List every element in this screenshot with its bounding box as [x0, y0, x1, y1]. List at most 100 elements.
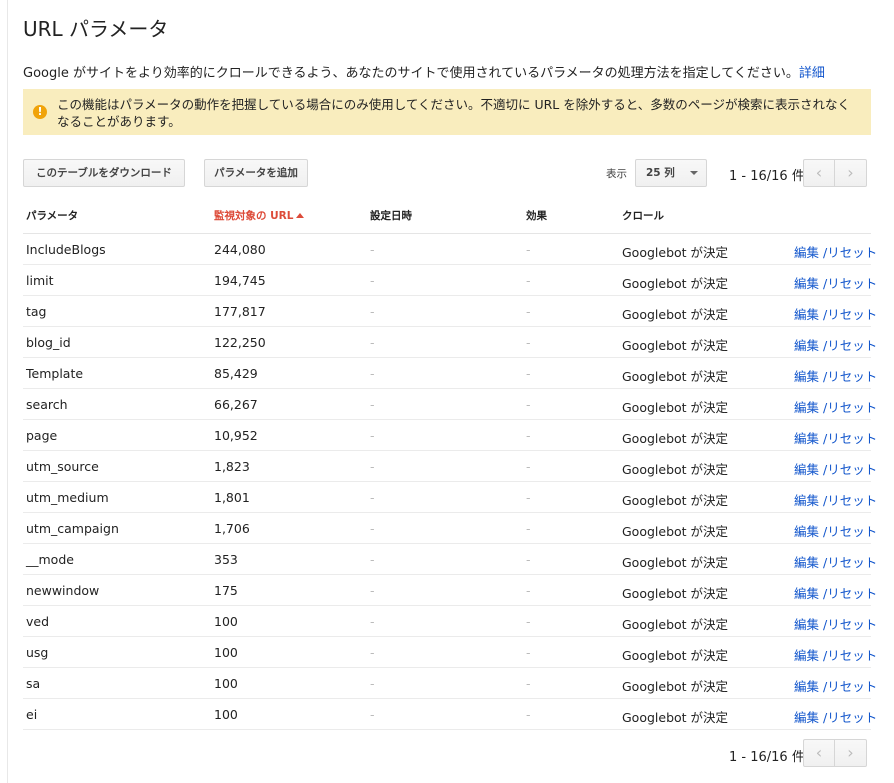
- action-separator: /: [819, 369, 828, 384]
- edit-link[interactable]: 編集: [794, 400, 819, 415]
- reset-link[interactable]: リセット: [827, 493, 877, 508]
- row-actions: 編集 /リセット: [794, 397, 877, 416]
- column-header-crawl[interactable]: クロール: [622, 208, 664, 223]
- table-row: IncludeBlogs 244,080 - - Googlebot が決定 編集 /リセ…: [23, 234, 877, 265]
- footer-next-page-button[interactable]: ›: [835, 739, 867, 767]
- reset-link[interactable]: リセット: [827, 555, 877, 570]
- monitored-urls-cell: 122,250: [214, 335, 266, 350]
- column-header-date[interactable]: 設定日時: [370, 208, 412, 223]
- param-cell: search: [26, 397, 68, 412]
- action-separator: /: [819, 679, 828, 694]
- table-row: utm_campaign 1,706 - - Googlebot が決定 編集 /リセット: [23, 513, 877, 544]
- edit-link[interactable]: 編集: [794, 307, 819, 322]
- reset-link[interactable]: リセット: [827, 276, 877, 291]
- monitored-urls-cell: 66,267: [214, 397, 258, 412]
- date-cell: -: [370, 490, 375, 505]
- edit-link[interactable]: 編集: [794, 586, 819, 601]
- effect-cell: -: [526, 459, 531, 474]
- column-header-parameter[interactable]: パラメータ: [26, 208, 78, 223]
- row-actions: 編集 /リセット: [794, 335, 877, 354]
- effect-cell: -: [526, 614, 531, 629]
- date-cell: -: [370, 552, 375, 567]
- reset-link[interactable]: リセット: [827, 245, 877, 260]
- column-header-monitored-urls[interactable]: 監視対象の URL: [214, 208, 305, 223]
- edit-link[interactable]: 編集: [794, 276, 819, 291]
- monitored-urls-header-label: 監視対象の URL: [214, 210, 294, 222]
- next-page-button[interactable]: ›: [835, 159, 867, 187]
- reset-link[interactable]: リセット: [827, 431, 877, 446]
- action-separator: /: [819, 307, 828, 322]
- pagination-range: 1 - 16/16 件: [729, 169, 805, 184]
- reset-link[interactable]: リセット: [827, 679, 877, 694]
- param-cell: usg: [26, 645, 49, 660]
- table-row: usg 100 - - Googlebot が決定 編集 /リセット: [23, 637, 877, 668]
- action-separator: /: [819, 400, 828, 415]
- add-parameter-button[interactable]: パラメータを追加: [204, 159, 308, 187]
- action-separator: /: [819, 648, 828, 663]
- date-cell: -: [370, 273, 375, 288]
- edit-link[interactable]: 編集: [794, 338, 819, 353]
- reset-link[interactable]: リセット: [827, 617, 877, 632]
- edit-link[interactable]: 編集: [794, 648, 819, 663]
- sort-ascending-icon: [296, 213, 305, 218]
- effect-cell: -: [526, 397, 531, 412]
- table-row: tag 177,817 - - Googlebot が決定 編集 /リセット: [23, 296, 877, 327]
- row-actions: 編集 /リセット: [794, 707, 877, 726]
- edit-link[interactable]: 編集: [794, 369, 819, 384]
- edit-link[interactable]: 編集: [794, 462, 819, 477]
- param-cell: __mode: [26, 552, 74, 567]
- effect-cell: -: [526, 304, 531, 319]
- monitored-urls-cell: 244,080: [214, 242, 266, 257]
- effect-cell: -: [526, 645, 531, 660]
- download-table-button[interactable]: このテーブルをダウンロード: [23, 159, 185, 187]
- table-row: search 66,267 - - Googlebot が決定 編集 /リセット: [23, 389, 877, 420]
- edit-link[interactable]: 編集: [794, 245, 819, 260]
- monitored-urls-cell: 10,952: [214, 428, 258, 443]
- footer-prev-page-button[interactable]: ‹: [803, 739, 835, 767]
- row-actions: 編集 /リセット: [794, 366, 877, 385]
- table-row: utm_medium 1,801 - - Googlebot が決定 編集 /リセット: [23, 482, 877, 513]
- reset-link[interactable]: リセット: [827, 307, 877, 322]
- reset-link[interactable]: リセット: [827, 400, 877, 415]
- reset-link[interactable]: リセット: [827, 586, 877, 601]
- monitored-urls-cell: 177,817: [214, 304, 266, 319]
- prev-page-button[interactable]: ‹: [803, 159, 835, 187]
- row-actions: 編集 /リセット: [794, 614, 877, 633]
- edit-link[interactable]: 編集: [794, 524, 819, 539]
- reset-link[interactable]: リセット: [827, 338, 877, 353]
- edit-link[interactable]: 編集: [794, 710, 819, 725]
- reset-link[interactable]: リセット: [827, 369, 877, 384]
- left-border: [7, 0, 8, 783]
- table-row: utm_source 1,823 - - Googlebot が決定 編集 /リセット: [23, 451, 877, 482]
- edit-link[interactable]: 編集: [794, 493, 819, 508]
- edit-link[interactable]: 編集: [794, 679, 819, 694]
- details-link[interactable]: 詳細: [799, 66, 825, 81]
- table-row: sa 100 - - Googlebot が決定 編集 /リセット: [23, 668, 877, 699]
- action-separator: /: [819, 431, 828, 446]
- monitored-urls-cell: 100: [214, 676, 238, 691]
- footer-pagination-range: 1 - 16/16 件: [729, 750, 805, 765]
- param-cell: Template: [26, 366, 84, 381]
- param-cell: sa: [26, 676, 41, 691]
- description-text: Google がサイトをより効率的にクロールできるよう、あなたのサイトで使用され…: [23, 66, 799, 81]
- effect-cell: -: [526, 242, 531, 257]
- page-title: URL パラメータ: [23, 17, 169, 41]
- date-cell: -: [370, 459, 375, 474]
- edit-link[interactable]: 編集: [794, 617, 819, 632]
- reset-link[interactable]: リセット: [827, 524, 877, 539]
- column-header-effect[interactable]: 効果: [526, 208, 547, 223]
- chevron-down-icon: [690, 171, 698, 175]
- param-cell: utm_medium: [26, 490, 109, 505]
- warning-icon: !: [33, 105, 47, 119]
- param-cell: limit: [26, 273, 54, 288]
- edit-link[interactable]: 編集: [794, 431, 819, 446]
- rows-per-page-select[interactable]: 25 列: [635, 159, 707, 187]
- edit-link[interactable]: 編集: [794, 555, 819, 570]
- chevron-left-icon: ‹: [815, 743, 823, 762]
- table-row: blog_id 122,250 - - Googlebot が決定 編集 /リセット: [23, 327, 877, 358]
- reset-link[interactable]: リセット: [827, 710, 877, 725]
- reset-link[interactable]: リセット: [827, 648, 877, 663]
- reset-link[interactable]: リセット: [827, 462, 877, 477]
- row-actions: 編集 /リセット: [794, 583, 877, 602]
- effect-cell: -: [526, 583, 531, 598]
